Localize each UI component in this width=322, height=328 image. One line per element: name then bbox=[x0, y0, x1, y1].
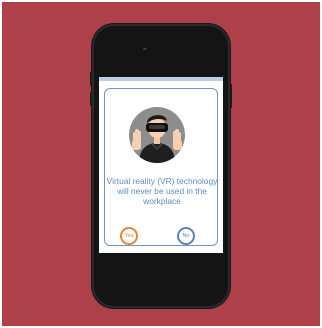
phone-speaker bbox=[143, 48, 147, 50]
phone-power-button bbox=[230, 84, 232, 108]
phone-screen bbox=[99, 77, 223, 253]
screen-top-bar bbox=[99, 77, 223, 81]
yes-button-label: Yes bbox=[124, 233, 134, 239]
yes-button[interactable]: Yes bbox=[120, 227, 138, 245]
no-button-label: No bbox=[182, 233, 190, 239]
page: Virtual reality (VR) technology will nev… bbox=[0, 0, 322, 328]
vr-person-illustration bbox=[132, 115, 182, 163]
phone-side-button bbox=[90, 72, 92, 86]
phone-side-button bbox=[90, 92, 92, 106]
no-button[interactable]: No bbox=[177, 227, 195, 245]
question-text: Virtual reality (VR) technology will nev… bbox=[106, 176, 218, 206]
vr-headset-person-icon bbox=[129, 107, 185, 163]
